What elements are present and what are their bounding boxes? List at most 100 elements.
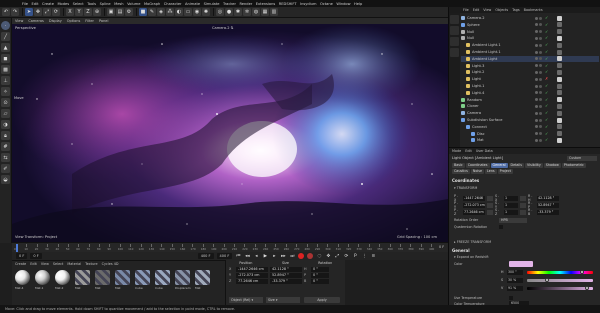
object-row[interactable]: Cloner ✓ (461, 103, 599, 109)
material-menu-create[interactable]: Create (15, 262, 26, 266)
menu-item-octane[interactable]: Octane (320, 2, 333, 6)
render-visibility-dot[interactable] (539, 77, 542, 81)
object-tag-icon[interactable] (557, 56, 562, 62)
object-row[interactable]: Camera ✓ (461, 110, 599, 116)
move-icon[interactable]: ✥ (34, 8, 42, 16)
redo-icon[interactable]: ↷ (11, 8, 19, 16)
bodypaint-icon[interactable]: ◒ (1, 175, 10, 184)
menu-item-mograph[interactable]: MoGraph (144, 2, 160, 6)
object-name[interactable]: Camera.2 (467, 16, 485, 20)
material-item[interactable]: Cube (155, 270, 171, 292)
object-row[interactable]: Light.1 ✓ (461, 83, 599, 89)
preview-start-field[interactable]: 0 F (30, 253, 42, 259)
render-visibility-dot[interactable] (539, 16, 542, 20)
menu-item-render[interactable]: Render (239, 2, 252, 6)
material-menu-texture[interactable]: Texture (85, 262, 97, 266)
previous-frame-icon[interactable]: ◂ (253, 253, 259, 259)
object-tag-icon[interactable] (557, 49, 562, 55)
editor-visibility-dot[interactable] (535, 43, 538, 47)
object-row[interactable]: Ambient Light ✓ (461, 55, 599, 62)
object-tag-icon[interactable] (557, 42, 562, 48)
render-visibility-dot[interactable] (539, 70, 542, 74)
workplane-icon[interactable]: ▱ (1, 109, 10, 118)
transform-group-label[interactable]: ▾ TRANSFORM (454, 186, 477, 190)
enabled-check-icon[interactable]: ✓ (545, 97, 549, 102)
rotation-value-field[interactable]: -33.379 ° (537, 209, 559, 215)
material-preview[interactable] (95, 270, 110, 285)
render-view-icon[interactable]: ▣ (107, 8, 115, 16)
material-preview[interactable] (155, 270, 170, 285)
enabled-check-icon[interactable]: ✓ (545, 70, 549, 74)
go-to-end-icon[interactable]: ⏭ (289, 253, 295, 259)
material-preview[interactable] (35, 270, 50, 285)
texture-mode-icon[interactable]: ▩ (1, 65, 10, 74)
enabled-check-icon[interactable]: ✓ (545, 63, 549, 68)
material-item[interactable]: Mat.2 (55, 270, 71, 292)
render-visibility-dot[interactable] (539, 43, 542, 47)
live-select-icon[interactable]: ➤ (25, 8, 33, 16)
takes-tab-icon[interactable] (450, 26, 459, 35)
timeline[interactable]: 0 10 20 30 40 50 60 70 80 90 100 110 120 130 140 150 160… (12, 242, 448, 252)
object-name[interactable]: Null (467, 30, 474, 34)
render-visibility-dot[interactable] (539, 138, 542, 142)
object-tag-icon[interactable] (557, 76, 562, 82)
object-name[interactable]: Sphere (467, 23, 480, 27)
object-row[interactable]: Sphere ✓ (461, 22, 599, 28)
material-item[interactable]: Mat (195, 270, 211, 292)
material-item[interactable]: Mat (95, 270, 111, 292)
object-menu-tags[interactable]: Tags (512, 8, 520, 12)
undo-icon[interactable]: ↶ (2, 8, 10, 16)
attribute-menu-mode[interactable]: Mode (452, 149, 461, 153)
editor-visibility-dot[interactable] (535, 132, 538, 136)
object-tag-icon[interactable] (557, 131, 562, 137)
attribute-tab-general[interactable]: General (490, 163, 508, 168)
autokey-icon[interactable] (307, 253, 314, 259)
grid-icon[interactable]: # (1, 142, 10, 151)
scale-value-field[interactable]: 1 (504, 195, 518, 201)
enabled-check-icon[interactable]: ✓ (545, 90, 549, 95)
object-name[interactable]: Light.4 (472, 91, 484, 95)
object-row[interactable]: Connect ✓ (461, 124, 599, 130)
attribute-tab-noise[interactable]: Noise (470, 169, 485, 174)
enabled-check-icon[interactable]: ✓ (545, 50, 549, 54)
scale-key-icon[interactable]: ⤢ (334, 253, 340, 259)
render-picture-viewer-icon[interactable]: ▤ (116, 8, 124, 16)
editor-visibility-dot[interactable] (535, 30, 538, 34)
menu-item-spline[interactable]: Spline (100, 2, 111, 6)
viewport-menu-filter[interactable]: Filter (85, 19, 94, 23)
rotation-field[interactable]: 0 ° (311, 272, 329, 278)
next-key-icon[interactable]: ▸▸ (280, 253, 286, 259)
object-row[interactable]: Subdivision Surface ✓ (461, 117, 599, 123)
object-row[interactable]: Ambient Light.1 ✓ (461, 42, 599, 48)
enabled-check-icon[interactable]: ✓ (545, 16, 549, 20)
render-visibility-dot[interactable] (539, 132, 542, 136)
object-tag-icon[interactable] (557, 90, 562, 96)
editor-visibility-dot[interactable] (535, 77, 538, 81)
attribute-tab-caustics[interactable]: Caustics (452, 169, 470, 174)
object-name[interactable]: Ambient Light.1 (472, 43, 501, 47)
render-visibility-dot[interactable] (539, 91, 542, 95)
rotation-value-field[interactable]: 42.1128 ° (537, 195, 559, 201)
layers-tab-icon[interactable] (450, 37, 459, 46)
size-field[interactable]: 42.1128 ° (270, 266, 302, 272)
timeline-playhead[interactable] (16, 244, 18, 252)
render-visibility-dot[interactable] (539, 36, 542, 40)
use-temperature-checkbox[interactable] (509, 296, 513, 300)
material-menu-select[interactable]: Select (53, 262, 63, 266)
attribute-tab-visibility[interactable]: Visibility (524, 163, 543, 168)
object-row[interactable]: Disc ✓ (461, 131, 599, 137)
editor-visibility-dot[interactable] (535, 125, 538, 129)
attribute-tab-project[interactable]: Project (497, 169, 513, 174)
material-preview[interactable] (135, 270, 150, 285)
object-name[interactable]: Light (472, 77, 481, 81)
material-preview[interactable] (55, 270, 70, 285)
editor-visibility-dot[interactable] (535, 57, 538, 61)
object-tag-icon[interactable] (557, 69, 562, 75)
material-item[interactable]: Mat (115, 270, 131, 292)
editor-visibility-dot[interactable] (535, 84, 538, 88)
enabled-check-icon[interactable]: ✓ (545, 104, 549, 108)
object-row[interactable]: Null ✓ (461, 29, 599, 35)
scale-stepper[interactable] (520, 202, 526, 208)
previous-key-icon[interactable]: ◂◂ (244, 253, 250, 259)
freeze-transform-label[interactable]: ▸ FREEZE TRANSFORM (454, 240, 491, 244)
